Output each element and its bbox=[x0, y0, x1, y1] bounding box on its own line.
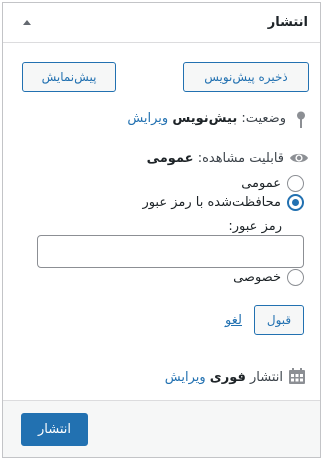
status-row: وضعیت: بیش‌نویس ویرایش bbox=[127, 111, 286, 126]
panel-footer: انتشار bbox=[3, 400, 320, 457]
publish-time-label: انتشار bbox=[250, 370, 283, 385]
panel-header[interactable]: انتشار bbox=[3, 3, 320, 43]
status-label: وضعیت: bbox=[241, 111, 286, 126]
publish-time-edit-link[interactable]: ویرایش bbox=[165, 370, 206, 385]
visibility-value: عمومی bbox=[146, 151, 194, 166]
publish-panel: انتشار ذخیره پیش‌نویس پیش‌نمایش وضعیت: ب… bbox=[2, 2, 321, 458]
publish-button[interactable]: انتشار bbox=[21, 413, 88, 446]
radio-password-label: محافظت‌شده با رمز عبور bbox=[142, 195, 281, 210]
visibility-row: قابلیت مشاهده: عمومی bbox=[147, 151, 284, 166]
preview-button[interactable]: پیش‌نمایش bbox=[22, 62, 116, 92]
panel-title: انتشار bbox=[267, 15, 308, 30]
ok-button[interactable]: قبول bbox=[254, 305, 304, 335]
radio-public[interactable] bbox=[287, 175, 304, 192]
radio-public-label: عمومی bbox=[241, 176, 281, 191]
status-value: بیش‌نویس bbox=[172, 111, 238, 126]
save-draft-button[interactable]: ذخیره پیش‌نویس bbox=[183, 62, 309, 92]
publish-time-row: انتشار فوری ویرایش bbox=[165, 370, 283, 385]
radio-option-password[interactable]: محافظت‌شده با رمز عبور bbox=[142, 194, 304, 212]
pin-icon bbox=[296, 111, 306, 133]
cancel-link[interactable]: لغو bbox=[225, 313, 242, 328]
password-input[interactable] bbox=[37, 235, 304, 268]
radio-private-label: خصوصی bbox=[233, 270, 281, 285]
radio-private[interactable] bbox=[287, 269, 304, 286]
radio-option-private[interactable]: خصوصی bbox=[233, 269, 304, 287]
radio-password[interactable] bbox=[287, 194, 304, 211]
eye-icon bbox=[289, 150, 309, 169]
status-edit-link[interactable]: ویرایش bbox=[127, 111, 168, 126]
visibility-label: قابلیت مشاهده: bbox=[197, 151, 284, 166]
password-label: رمز عبور: bbox=[228, 219, 282, 234]
radio-option-public[interactable]: عمومی bbox=[241, 175, 304, 193]
collapse-arrow-icon[interactable] bbox=[23, 20, 31, 25]
publish-time-value: فوری bbox=[209, 370, 246, 385]
calendar-icon bbox=[288, 367, 306, 389]
